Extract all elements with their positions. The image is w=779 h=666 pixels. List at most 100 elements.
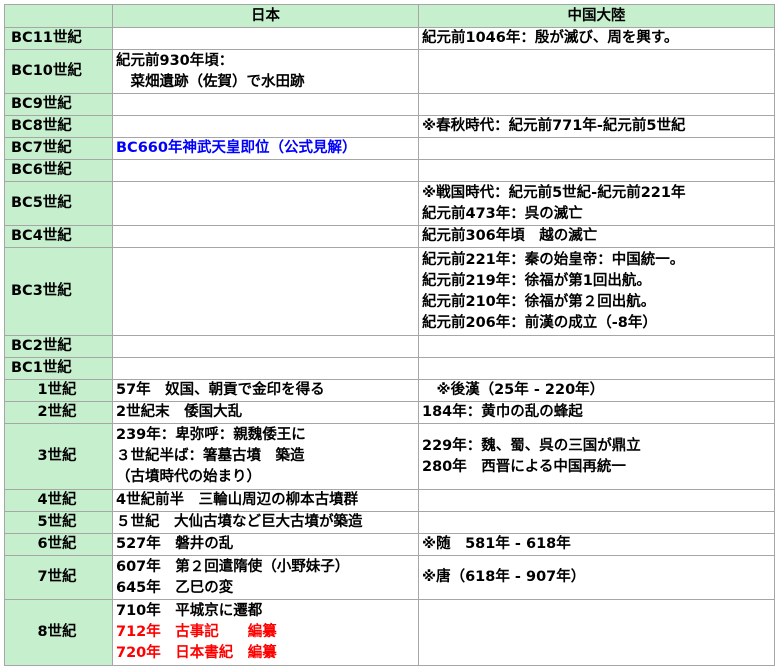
- china-event-text: ※戦国時代：紀元前5世紀-紀元前221年: [422, 184, 686, 201]
- header-china: 中国大陸: [418, 4, 775, 28]
- japan-cell: [112, 247, 419, 336]
- era-cell: BC1世紀: [4, 357, 113, 380]
- japan-event-text: 607年 第２回遣隋使（小野妹子）: [116, 558, 350, 575]
- china-event-text: 紀元前219年：徐福が第1回出航。: [422, 272, 651, 289]
- japan-event-text: （古墳時代の始まり）: [116, 469, 261, 485]
- era-cell: BC3世紀: [4, 247, 113, 336]
- era-cell: BC7世紀: [4, 137, 113, 160]
- timeline-body: BC11世紀 紀元前1046年：殷が滅び、周を興す。 BC10世紀 紀元前930年頃：…: [4, 27, 775, 666]
- china-event-text: ※後漢（25年 - 220年）: [422, 382, 605, 398]
- china-cell: [418, 159, 775, 182]
- table-row: BC4世紀 紀元前306年頃 越の滅亡: [4, 225, 775, 248]
- japan-event-text: ３世紀半ば：箸墓古墳 築造: [116, 448, 305, 464]
- japan-cell: [112, 115, 419, 138]
- china-cell: ※春秋時代：紀元前771年-紀元前5世紀: [418, 115, 775, 138]
- era-cell: BC6世紀: [4, 159, 113, 182]
- china-event-text: 紀元前473年：呉の滅亡: [422, 205, 583, 222]
- era-cell: BC11世紀: [4, 27, 113, 50]
- era-cell: BC4世紀: [4, 225, 113, 248]
- era-cell: BC2世紀: [4, 335, 113, 358]
- china-cell: 229年：魏、蜀、呉の三国が鼎立 280年 西晋による中国再統一: [418, 423, 775, 490]
- header-row: 日本 中国大陸: [4, 4, 775, 28]
- china-event-text: ※唐（618年 - 907年）: [422, 569, 586, 585]
- table-row: 8世紀 710年 平城京に遷都 712年 古事記 編纂 720年 日本書紀 編纂: [4, 599, 775, 666]
- china-event-text: 280年 西晋による中国再統一: [422, 458, 626, 475]
- china-cell: [418, 357, 775, 380]
- japan-event-text: 720年 日本書紀 編纂: [116, 645, 277, 661]
- japan-event-text: 紀元前930年頃：: [116, 52, 234, 69]
- era-cell: 5世紀: [4, 511, 113, 534]
- japan-event-text: 2世紀末 倭国大乱: [116, 404, 243, 420]
- japan-cell: [112, 357, 419, 380]
- japan-event-text: ５世紀 大仙古墳など巨大古墳が築造: [116, 514, 363, 530]
- china-cell: [418, 335, 775, 358]
- table-row: 6世紀 527年 磐井の乱 ※随 581年 - 618年: [4, 533, 775, 556]
- japan-event-text: 239年：卑弥呼：親魏倭王に: [116, 427, 306, 443]
- china-event-text: 184年：黄巾の乱の蜂起: [422, 404, 583, 420]
- japan-cell: 2世紀末 倭国大乱: [112, 401, 419, 424]
- era-cell: BC10世紀: [4, 49, 113, 94]
- japan-event-text: BC660年神武天皇即位（公式見解）: [116, 140, 357, 156]
- table-row: BC5世紀 ※戦国時代：紀元前5世紀-紀元前221年 紀元前473年：呉の滅亡: [4, 181, 775, 226]
- table-row: BC11世紀 紀元前1046年：殷が滅び、周を興す。: [4, 27, 775, 50]
- era-cell: 2世紀: [4, 401, 113, 424]
- japan-cell: 607年 第２回遣隋使（小野妹子） 645年 乙巳の変: [112, 555, 419, 600]
- table-row: BC7世紀 BC660年神武天皇即位（公式見解）: [4, 137, 775, 160]
- era-cell: 6世紀: [4, 533, 113, 556]
- japan-cell: [112, 335, 419, 358]
- japan-cell: [112, 93, 419, 116]
- japan-cell: 710年 平城京に遷都 712年 古事記 編纂 720年 日本書紀 編纂: [112, 599, 419, 666]
- table-row: 2世紀 2世紀末 倭国大乱 184年：黄巾の乱の蜂起: [4, 401, 775, 424]
- china-cell: 184年：黄巾の乱の蜂起: [418, 401, 775, 424]
- china-event-text: 紀元前1046年：殷が滅び、周を興す。: [422, 30, 679, 46]
- japan-cell: ５世紀 大仙古墳など巨大古墳が築造: [112, 511, 419, 534]
- era-cell: 8世紀: [4, 599, 113, 666]
- table-row: 5世紀 ５世紀 大仙古墳など巨大古墳が築造: [4, 511, 775, 534]
- japan-event-text: 4世紀前半 三輪山周辺の柳本古墳群: [116, 492, 359, 508]
- era-cell: 1世紀: [4, 379, 113, 402]
- japan-cell: 4世紀前半 三輪山周辺の柳本古墳群: [112, 489, 419, 512]
- table-row: BC9世紀: [4, 93, 775, 116]
- japan-cell: [112, 159, 419, 182]
- china-cell: [418, 489, 775, 512]
- japan-cell: BC660年神武天皇即位（公式見解）: [112, 137, 419, 160]
- japan-event-text: 710年 平城京に遷都: [116, 603, 263, 619]
- china-event-text: ※随 581年 - 618年: [422, 536, 571, 552]
- china-event-text: 紀元前206年：前漢の成立（-8年）: [422, 314, 657, 331]
- china-cell: ※随 581年 - 618年: [418, 533, 775, 556]
- china-cell: ※後漢（25年 - 220年）: [418, 379, 775, 402]
- table-row: 4世紀 4世紀前半 三輪山周辺の柳本古墳群: [4, 489, 775, 512]
- china-event-text: 紀元前221年：秦の始皇帝：中国統一。: [422, 251, 685, 268]
- china-cell: ※唐（618年 - 907年）: [418, 555, 775, 600]
- timeline-table: 日本 中国大陸 BC11世紀 紀元前1046年：殷が滅び、周を興す。 BC10世紀紀…: [4, 4, 775, 666]
- japan-event-text: 712年 古事記 編纂: [116, 624, 277, 640]
- table-row: BC8世紀 ※春秋時代：紀元前771年-紀元前5世紀: [4, 115, 775, 138]
- japan-event-text: 菜畑遺跡（佐賀）で水田跡: [116, 73, 305, 90]
- china-event-text: ※春秋時代：紀元前771年-紀元前5世紀: [422, 118, 686, 134]
- china-event-text: 229年：魏、蜀、呉の三国が鼎立: [422, 437, 641, 454]
- era-cell: 7世紀: [4, 555, 113, 600]
- china-cell: [418, 49, 775, 94]
- china-cell: [418, 93, 775, 116]
- japan-cell: [112, 225, 419, 248]
- china-event-text: 紀元前210年：徐福が第２回出航。: [422, 293, 656, 310]
- japan-cell: 239年：卑弥呼：親魏倭王に ３世紀半ば：箸墓古墳 築造 （古墳時代の始まり）: [112, 423, 419, 490]
- china-cell: [418, 511, 775, 534]
- table-row: BC6世紀: [4, 159, 775, 182]
- japan-event-text: 57年 奴国、朝貢で金印を得る: [116, 382, 325, 398]
- china-cell: ※戦国時代：紀元前5世紀-紀元前221年 紀元前473年：呉の滅亡: [418, 181, 775, 226]
- era-cell: 3世紀: [4, 423, 113, 490]
- era-cell: BC9世紀: [4, 93, 113, 116]
- table-row: BC2世紀: [4, 335, 775, 358]
- era-cell: BC5世紀: [4, 181, 113, 226]
- table-row: BC3世紀 紀元前221年：秦の始皇帝：中国統一。 紀元前219年：徐福が第1回出航…: [4, 247, 775, 336]
- table-row: 3世紀 239年：卑弥呼：親魏倭王に ３世紀半ば：箸墓古墳 築造 （古墳時代の始まり）…: [4, 423, 775, 490]
- era-cell: BC8世紀: [4, 115, 113, 138]
- japan-cell: 紀元前930年頃： 菜畑遺跡（佐賀）で水田跡: [112, 49, 419, 94]
- china-cell: 紀元前221年：秦の始皇帝：中国統一。 紀元前219年：徐福が第1回出航。 紀元前2…: [418, 247, 775, 336]
- japan-cell: [112, 181, 419, 226]
- table-row: BC10世紀 紀元前930年頃： 菜畑遺跡（佐賀）で水田跡: [4, 49, 775, 94]
- japan-cell: [112, 27, 419, 50]
- table-row: 7世紀 607年 第２回遣隋使（小野妹子） 645年 乙巳の変 ※唐（618年 - 9…: [4, 555, 775, 600]
- japan-cell: 527年 磐井の乱: [112, 533, 419, 556]
